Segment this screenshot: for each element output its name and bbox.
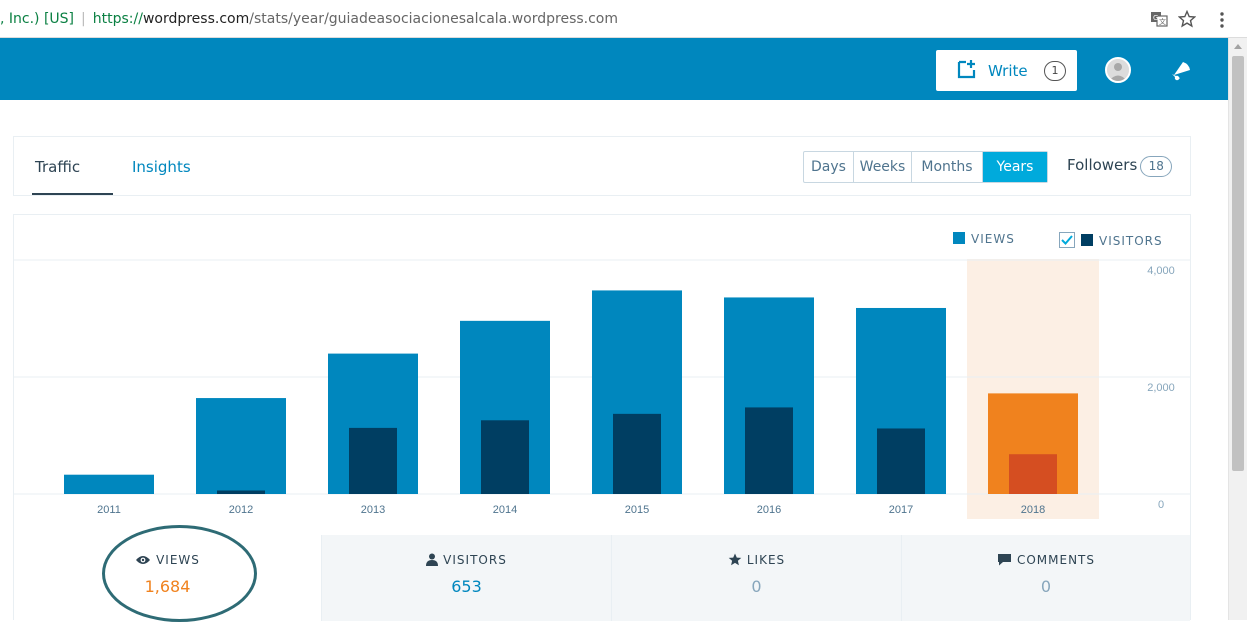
- x-tick-label: 2012: [229, 504, 253, 516]
- visitors-bar: [613, 413, 661, 494]
- person-icon: [426, 553, 439, 566]
- legend-visitors-label: VISITORS: [1099, 234, 1163, 248]
- masterbar: Write 1: [0, 38, 1228, 100]
- x-tick-label: 2016: [757, 504, 781, 516]
- visitors-bar: [349, 427, 397, 494]
- stat-tab-views[interactable]: VIEWS 1,684: [14, 535, 321, 621]
- views-swatch: [953, 232, 965, 244]
- write-button[interactable]: Write 1: [936, 50, 1077, 91]
- visitors-bar: [481, 420, 529, 494]
- stat-visitors-label-wrap: VISITORS: [322, 553, 611, 567]
- avatar[interactable]: [1105, 57, 1131, 83]
- period-years-button[interactable]: Years: [983, 152, 1047, 182]
- menu-icon[interactable]: [1218, 11, 1226, 29]
- drafts-count-badge: 1: [1044, 61, 1066, 81]
- y-tick-label: 0: [1158, 499, 1164, 511]
- stat-likes-value: 0: [751, 577, 762, 596]
- checkmark-icon: [1061, 235, 1073, 245]
- tab-traffic-underline: [32, 193, 113, 195]
- comment-icon: [997, 554, 1011, 566]
- period-segmented-control: Days Weeks Months Years: [803, 151, 1048, 183]
- stat-comments-label: COMMENTS: [1016, 553, 1096, 567]
- stat-comments-label-wrap: COMMENTS: [902, 553, 1190, 567]
- new-post-icon: [957, 60, 976, 79]
- url-field[interactable]: , Inc.) [US] | https://wordpress.com/stats…: [0, 11, 618, 27]
- legend-views-label: VIEWS: [971, 232, 1015, 246]
- url-separator: |: [81, 11, 86, 27]
- star-icon: [728, 553, 742, 566]
- scroll-thumb[interactable]: [1232, 56, 1244, 471]
- stat-tab-visitors[interactable]: VISITORS 653: [321, 535, 611, 621]
- url-path: /stats/year/guiadeasociacionesalcala.wor…: [249, 11, 619, 27]
- write-label: Write: [988, 62, 1028, 80]
- visitors-bar: [877, 428, 925, 494]
- visitors-bar: [217, 490, 265, 494]
- scroll-up-arrow[interactable]: [1234, 44, 1242, 49]
- eye-icon: [136, 556, 151, 564]
- visitors-checkbox[interactable]: [1059, 232, 1075, 248]
- period-weeks-button[interactable]: Weeks: [854, 152, 912, 182]
- x-tick-label: 2013: [361, 504, 385, 516]
- views-bar: [64, 474, 154, 494]
- star-icon[interactable]: [1178, 10, 1196, 28]
- stats-nav-card: Traffic Insights Days Weeks Months Years…: [13, 136, 1191, 196]
- y-tick-label: 4,000: [1147, 265, 1175, 277]
- page-scrollbar[interactable]: [1228, 38, 1247, 620]
- notifications-bell-icon[interactable]: [1168, 58, 1194, 82]
- legend-visitors[interactable]: VISITORS: [1059, 232, 1163, 250]
- followers-link[interactable]: Followers 18: [1067, 156, 1173, 177]
- url-scheme: https://: [92, 11, 143, 27]
- svg-text:文: 文: [1159, 17, 1166, 26]
- tab-traffic[interactable]: Traffic: [35, 158, 80, 176]
- browser-address-bar: , Inc.) [US] | https://wordpress.com/stats…: [0, 0, 1247, 38]
- followers-count-badge: 18: [1140, 156, 1173, 177]
- bar-chart: 4,000 2,000 0 2011 2012 2013 2014 2015 2016 2017 2…: [14, 259, 1190, 519]
- visitors-bar: [1009, 454, 1057, 494]
- cert-label: , Inc.) [US]: [0, 11, 75, 27]
- y-tick-label: 2,000: [1147, 382, 1175, 394]
- stat-views-label-wrap: VIEWS: [14, 553, 321, 567]
- stat-views-value: 1,684: [144, 577, 191, 596]
- views-bar: [196, 398, 286, 494]
- stat-comments-value: 0: [1040, 577, 1052, 596]
- stat-visitors-value: 653: [451, 577, 482, 596]
- visitors-swatch: [1081, 234, 1093, 246]
- stat-tab-likes[interactable]: LIKES 0: [611, 535, 901, 621]
- url-domain: wordpress.com: [142, 11, 250, 27]
- chart-card: VIEWS VISITORS 4,000 2,000 0 2011 2012 2013 20…: [13, 214, 1191, 622]
- stat-likes-label: LIKES: [746, 553, 786, 567]
- x-tick-label: 2017: [889, 504, 913, 516]
- svg-text:G: G: [1153, 14, 1158, 22]
- avatar-person-icon: [1107, 59, 1129, 81]
- x-tick-label: 2015: [625, 504, 649, 516]
- stat-visitors-label: VISITORS: [443, 553, 507, 567]
- stat-views-label: VIEWS: [156, 553, 200, 567]
- period-days-button[interactable]: Days: [804, 152, 854, 182]
- visitors-bar: [745, 407, 793, 494]
- period-months-button[interactable]: Months: [912, 152, 983, 182]
- stat-tab-comments[interactable]: COMMENTS 0: [901, 535, 1190, 621]
- x-tick-label: 2018: [1021, 504, 1045, 516]
- x-tick-label: 2011: [97, 504, 121, 516]
- followers-label: Followers: [1067, 156, 1138, 174]
- stat-likes-label-wrap: LIKES: [612, 553, 901, 567]
- x-tick-label: 2014: [493, 504, 517, 516]
- legend-views: VIEWS: [953, 232, 1015, 250]
- tab-insights[interactable]: Insights: [132, 158, 191, 176]
- translate-icon[interactable]: G 文: [1150, 10, 1168, 28]
